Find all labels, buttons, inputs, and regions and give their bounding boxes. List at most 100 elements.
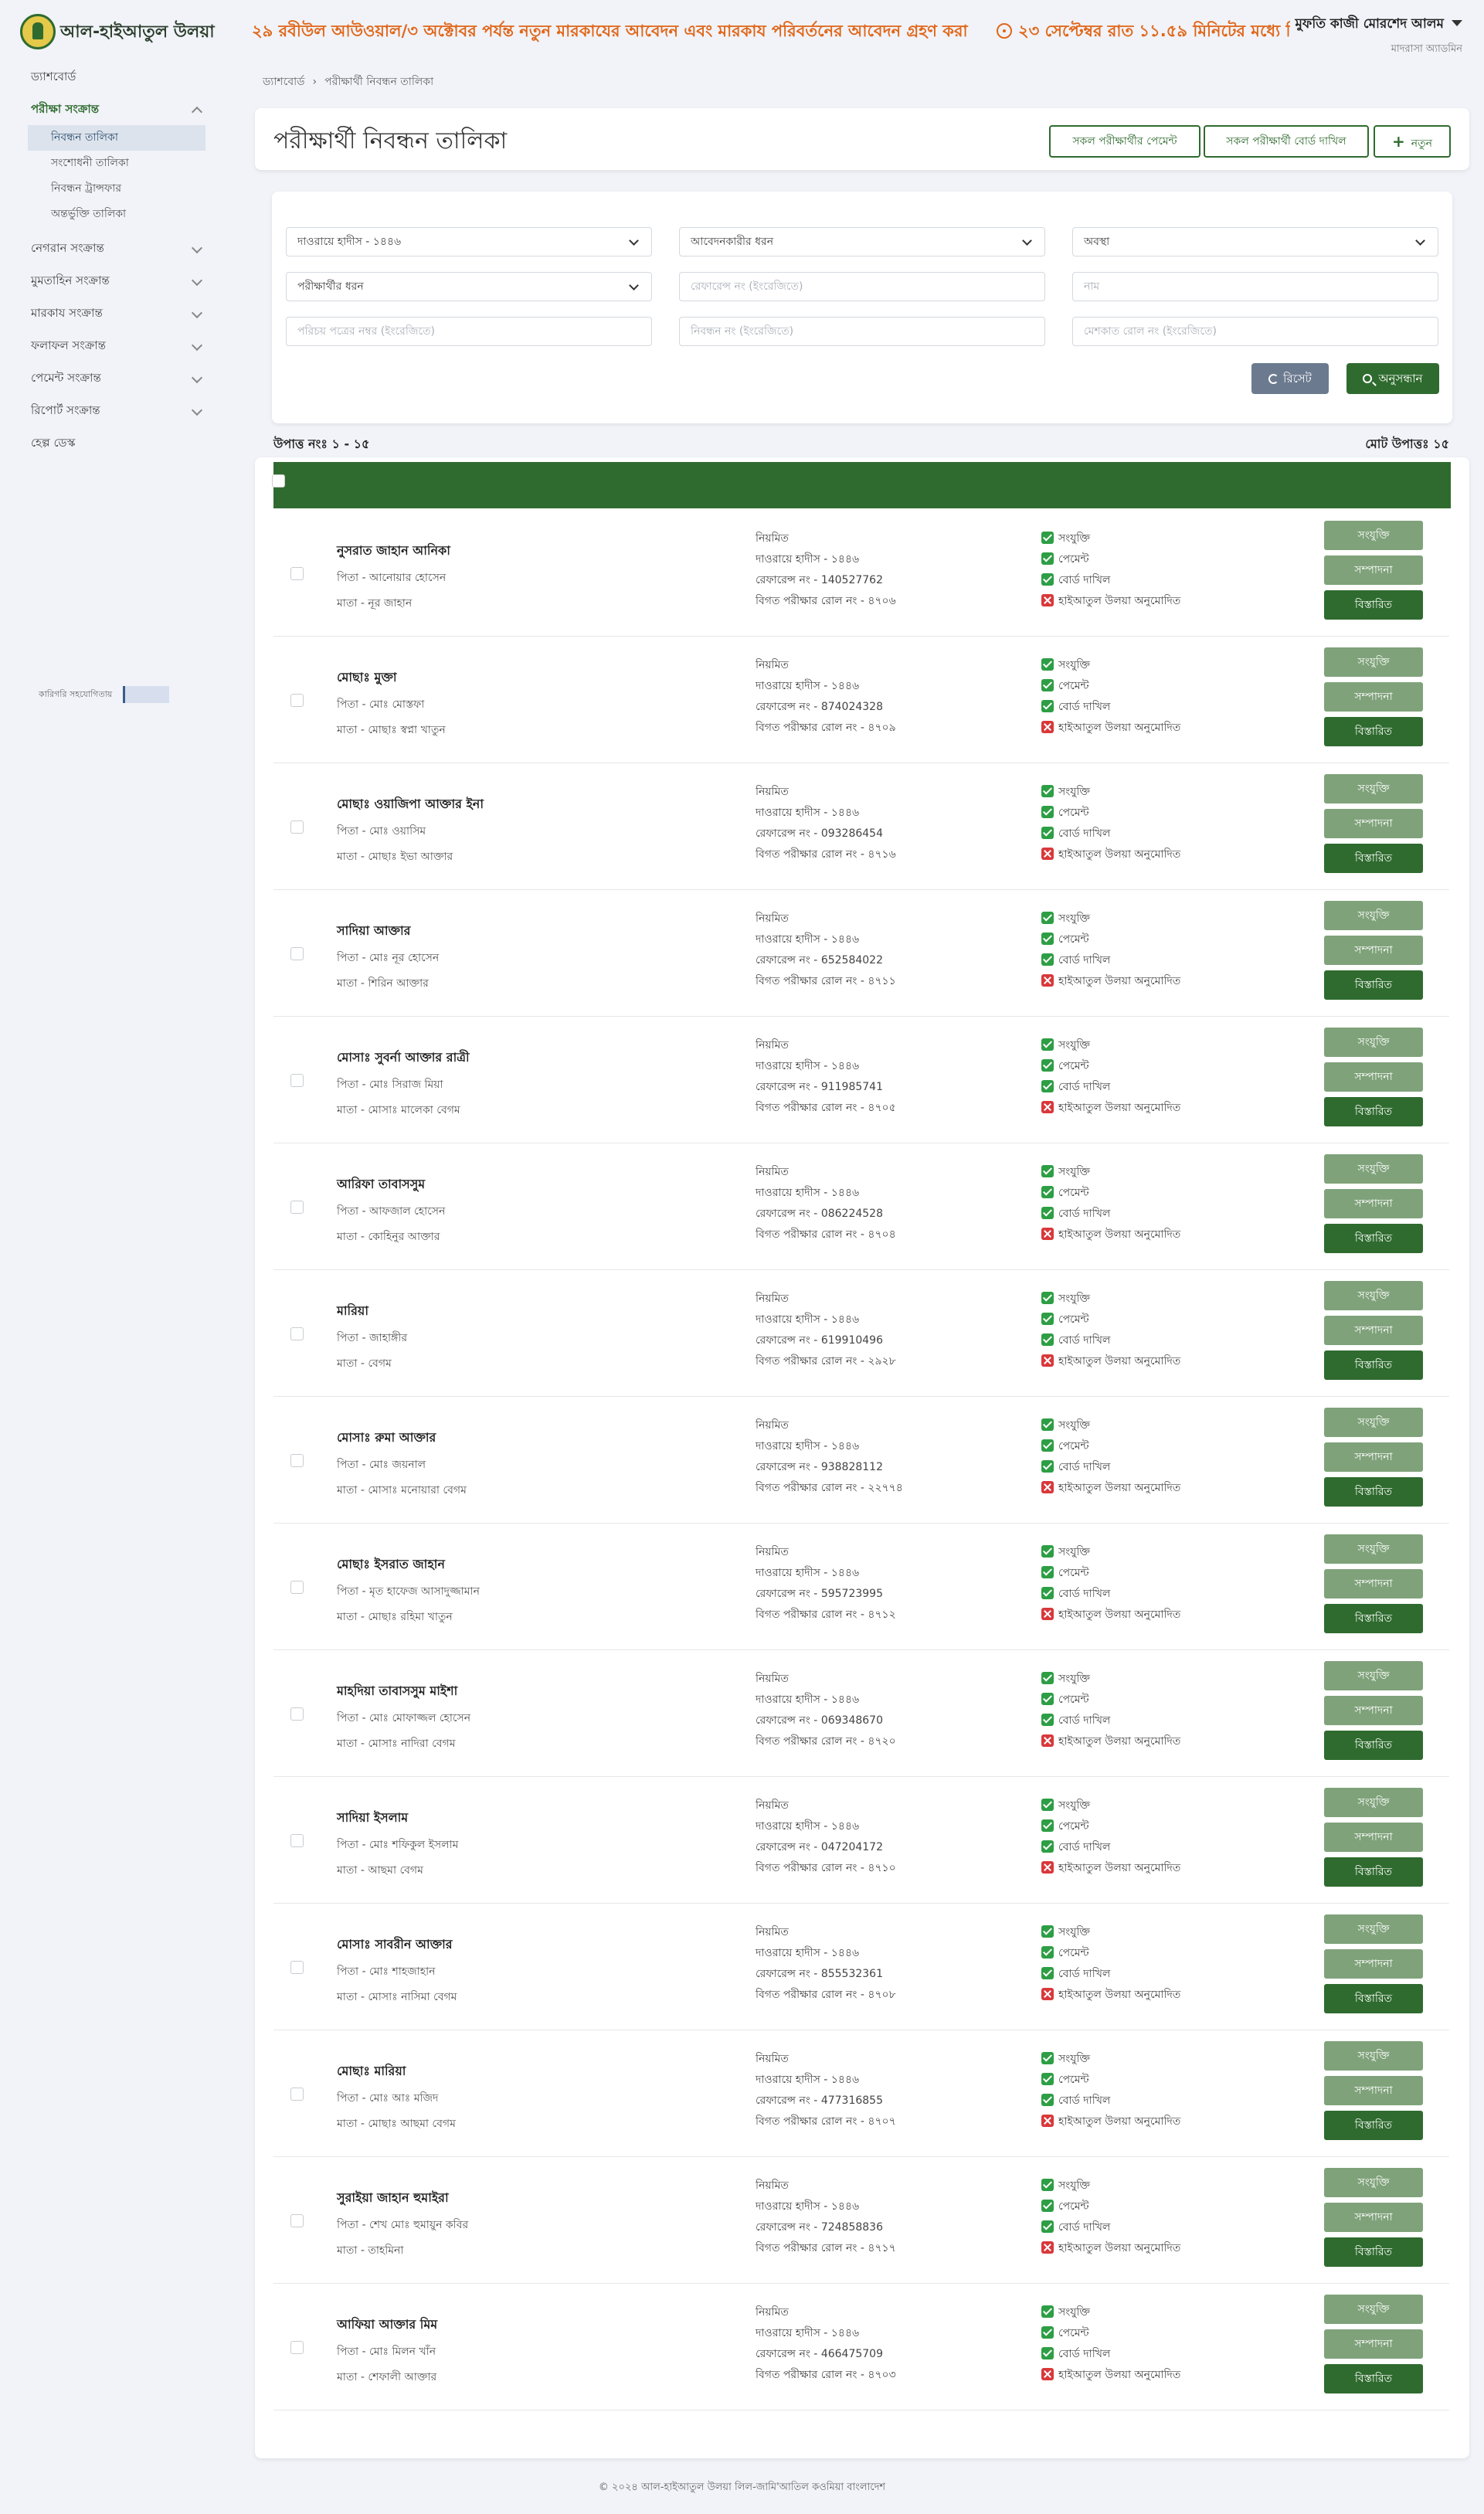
- sidebar-subitem-inclusion-list[interactable]: অন্তর্ভুক্তি তালিকা: [28, 202, 205, 227]
- reference-input[interactable]: রেফারেন্স নং (ইংরেজিতে): [679, 272, 1045, 301]
- status-label: হাইআতুল উলয়া অনুমোদিত: [1058, 1482, 1181, 1494]
- attachment-button[interactable]: সংযুক্তি: [1324, 1408, 1423, 1437]
- edit-button[interactable]: সম্পাদনা: [1324, 1189, 1423, 1218]
- sidebar-item-markaz[interactable]: মারকায সংক্রান্ত: [0, 297, 224, 329]
- user-name[interactable]: মুফতি কাজী মোরশেদ আলম: [1295, 16, 1444, 32]
- edit-button[interactable]: সম্পাদনা: [1324, 1062, 1423, 1092]
- sidebar-item-report[interactable]: রিপোর্ট সংক্রান্ত: [0, 394, 224, 426]
- details-button[interactable]: বিস্তারিত: [1324, 1731, 1423, 1760]
- attachment-button[interactable]: সংযুক্তি: [1324, 2295, 1423, 2324]
- breadcrumb-home[interactable]: ড্যাশবোর্ড: [263, 76, 305, 88]
- edit-button[interactable]: সম্পাদনা: [1324, 2203, 1423, 2232]
- sidebar-item-help[interactable]: হেল্প ডেস্ক: [0, 426, 224, 459]
- details-button[interactable]: বিস্তারিত: [1324, 970, 1423, 1000]
- row-checkbox[interactable]: [290, 1834, 304, 1847]
- status-label: সংযুক্তি: [1058, 2053, 1090, 2065]
- row-checkbox[interactable]: [290, 1961, 304, 1974]
- sidebar-item-exam[interactable]: পরীক্ষা সংক্রান্ত: [0, 93, 224, 125]
- details-button[interactable]: বিস্তারিত: [1324, 1477, 1423, 1507]
- status-select[interactable]: অবস্থা: [1072, 227, 1438, 256]
- sidebar-item-result[interactable]: ফলাফল সংক্রান্ত: [0, 329, 224, 362]
- row-checkbox[interactable]: [290, 2214, 304, 2227]
- row-checkbox[interactable]: [290, 820, 304, 834]
- details-button[interactable]: বিস্তারিত: [1324, 2111, 1423, 2140]
- mishkat-roll-input[interactable]: মেশকাত রোল নং (ইংরেজিতে): [1072, 317, 1438, 346]
- edit-button[interactable]: সম্পাদনা: [1324, 682, 1423, 712]
- row-checkbox[interactable]: [290, 947, 304, 960]
- status-payment: পেমেন্ট: [1041, 803, 1180, 824]
- reference-value: 466475709: [820, 2348, 883, 2360]
- attachment-button[interactable]: সংযুক্তি: [1324, 1914, 1423, 1944]
- attachment-button[interactable]: সংযুক্তি: [1324, 2168, 1423, 2197]
- name-input[interactable]: নাম: [1072, 272, 1438, 301]
- attachment-button[interactable]: সংযুক্তি: [1324, 774, 1423, 803]
- row-checkbox[interactable]: [290, 2341, 304, 2354]
- user-name-row[interactable]: মুফতি কাজী মোরশেদ আলম: [1295, 14, 1462, 36]
- edit-button[interactable]: সম্পাদনা: [1324, 2329, 1423, 2359]
- user-menu[interactable]: মুফতি কাজী মোরশেদ আলম মাদরাসা অ্যাডমিন: [1295, 14, 1462, 58]
- logo[interactable]: [20, 14, 56, 49]
- sidebar-item-mumtahin[interactable]: মুমতাহিন সংক্রান্ত: [0, 264, 224, 297]
- attachment-button[interactable]: সংযুক্তি: [1324, 1661, 1423, 1690]
- caret-down-icon[interactable]: [1452, 20, 1462, 26]
- edit-button[interactable]: সম্পাদনা: [1324, 555, 1423, 585]
- details-button[interactable]: বিস্তারিত: [1324, 717, 1423, 746]
- select-all-checkbox[interactable]: [272, 474, 285, 488]
- attachment-button[interactable]: সংযুক্তি: [1324, 1028, 1423, 1057]
- edit-button[interactable]: সম্পাদনা: [1324, 1823, 1423, 1852]
- row-checkbox[interactable]: [290, 1454, 304, 1467]
- details-button[interactable]: বিস্তারিত: [1324, 2237, 1423, 2267]
- sidebar-subitem-transfer[interactable]: নিবন্ধন ট্রান্সফার: [28, 176, 205, 202]
- sidebar-subitem-registration-list[interactable]: নিবন্ধন তালিকা: [28, 125, 205, 151]
- row-checkbox[interactable]: [290, 1074, 304, 1087]
- row-checkbox[interactable]: [290, 2088, 304, 2101]
- details-button[interactable]: বিস্তারিত: [1324, 1350, 1423, 1380]
- sidebar-item-negran[interactable]: নেগরান সংক্রান্ত: [0, 232, 224, 264]
- attachment-button[interactable]: সংযুক্তি: [1324, 901, 1423, 930]
- attachment-button[interactable]: সংযুক্তি: [1324, 1788, 1423, 1817]
- row-checkbox[interactable]: [290, 1581, 304, 1594]
- brand-name[interactable]: আল-হাইআতুল উলয়া: [60, 19, 215, 47]
- row-checkbox[interactable]: [290, 1707, 304, 1721]
- details-button[interactable]: বিস্তারিত: [1324, 1857, 1423, 1887]
- all-payment-button[interactable]: সকল পরীক্ষার্থীর পেমেন্ট: [1049, 125, 1200, 158]
- applicant-type-select[interactable]: আবেদনকারীর ধরন: [679, 227, 1045, 256]
- registration-input[interactable]: নিবন্ধন নং (ইংরেজিতে): [679, 317, 1045, 346]
- examinee-type-select[interactable]: পরীক্ষার্থীর ধরন: [286, 272, 652, 301]
- new-button[interactable]: + নতুন: [1374, 125, 1451, 158]
- sidebar-item-payment[interactable]: পেমেন্ট সংক্রান্ত: [0, 362, 224, 394]
- reset-button[interactable]: রিসেট: [1251, 363, 1329, 394]
- attachment-button[interactable]: সংযুক্তি: [1324, 2041, 1423, 2071]
- edit-button[interactable]: সম্পাদনা: [1324, 1442, 1423, 1472]
- details-button[interactable]: বিস্তারিত: [1324, 2364, 1423, 2393]
- attachment-button[interactable]: সংযুক্তি: [1324, 647, 1423, 677]
- exam-info: নিয়মিত দাওরায়ে হাদীস - ১৪৪৬ রেফারেন্স …: [756, 1415, 903, 1499]
- row-checkbox[interactable]: [290, 1327, 304, 1340]
- edit-button[interactable]: সম্পাদনা: [1324, 936, 1423, 965]
- sidebar-subitem-correction-list[interactable]: সংশোধনী তালিকা: [28, 151, 205, 176]
- details-button[interactable]: বিস্তারিত: [1324, 1984, 1423, 2013]
- edit-button[interactable]: সম্পাদনা: [1324, 809, 1423, 838]
- edit-button[interactable]: সম্পাদনা: [1324, 1949, 1423, 1979]
- details-button[interactable]: বিস্তারিত: [1324, 1224, 1423, 1253]
- row-checkbox[interactable]: [290, 567, 304, 580]
- all-board-submit-button[interactable]: সকল পরীক্ষার্থী বোর্ড দাখিল: [1204, 125, 1369, 158]
- marhala-select[interactable]: দাওরায়ে হাদীস - ১৪৪৬: [286, 227, 652, 256]
- details-button[interactable]: বিস্তারিত: [1324, 844, 1423, 873]
- search-button[interactable]: অনুসন্ধান: [1346, 363, 1439, 394]
- details-button[interactable]: বিস্তারিত: [1324, 590, 1423, 620]
- details-button[interactable]: বিস্তারিত: [1324, 1097, 1423, 1126]
- edit-button[interactable]: সম্পাদনা: [1324, 1569, 1423, 1598]
- edit-button[interactable]: সম্পাদনা: [1324, 2076, 1423, 2105]
- sidebar-item-dashboard[interactable]: ড্যাশবোর্ড: [0, 60, 224, 93]
- edit-button[interactable]: সম্পাদনা: [1324, 1696, 1423, 1725]
- attachment-button[interactable]: সংযুক্তি: [1324, 1281, 1423, 1310]
- details-button[interactable]: বিস্তারিত: [1324, 1604, 1423, 1633]
- attachment-button[interactable]: সংযুক্তি: [1324, 521, 1423, 550]
- edit-button[interactable]: সম্পাদনা: [1324, 1316, 1423, 1345]
- attachment-button[interactable]: সংযুক্তি: [1324, 1154, 1423, 1184]
- row-checkbox[interactable]: [290, 1201, 304, 1214]
- row-checkbox[interactable]: [290, 694, 304, 707]
- id-card-input[interactable]: পরিচয় পত্রের নম্বর (ইংরেজিতে): [286, 317, 652, 346]
- attachment-button[interactable]: সংযুক্তি: [1324, 1534, 1423, 1564]
